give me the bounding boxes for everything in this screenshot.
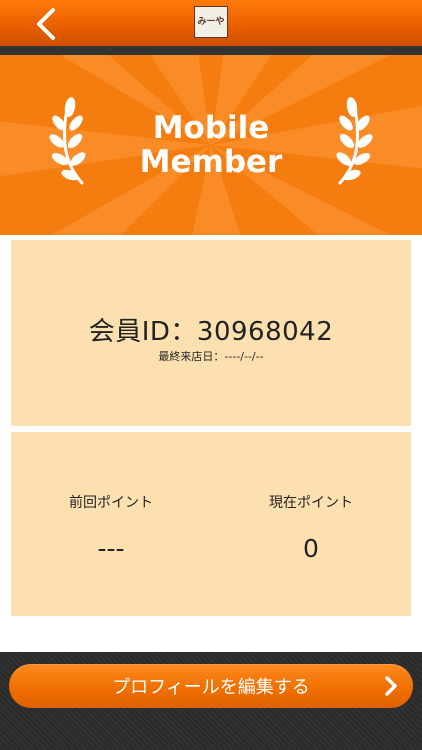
shop-logo: みーや <box>194 6 228 38</box>
previous-points: 前回ポイント --- <box>11 492 211 563</box>
header-divider-strip <box>0 46 422 55</box>
banner-title-line2: Member <box>139 144 283 180</box>
previous-points-label: 前回ポイント <box>69 495 153 511</box>
last-visit-date: 最終来店日：----/--/-- <box>158 350 264 363</box>
top-bar: みーや <box>0 0 422 46</box>
chevron-right-icon <box>385 676 397 696</box>
points-card: 前回ポイント --- 現在ポイント 0 <box>11 432 411 616</box>
member-id-text: 会員ID：30968042 <box>88 317 334 347</box>
edit-profile-button[interactable]: プロフィールを編集する <box>9 664 413 708</box>
banner-title-line1: Mobile <box>152 110 270 146</box>
member-id-card: 会員ID：30968042 最終来店日：----/--/-- <box>11 240 411 426</box>
current-points-value: 0 <box>303 534 319 563</box>
back-button[interactable] <box>28 6 64 42</box>
current-points: 現在ポイント 0 <box>211 492 411 563</box>
edit-profile-label: プロフィールを編集する <box>112 677 310 698</box>
current-points-label: 現在ポイント <box>269 495 353 511</box>
mobile-member-banner: Mobile Member <box>0 55 422 235</box>
back-chevron-icon <box>37 8 55 40</box>
previous-points-value: --- <box>97 534 125 563</box>
shop-logo-text: みーや <box>197 16 225 27</box>
footer-bar: プロフィールを編集する <box>0 652 422 750</box>
